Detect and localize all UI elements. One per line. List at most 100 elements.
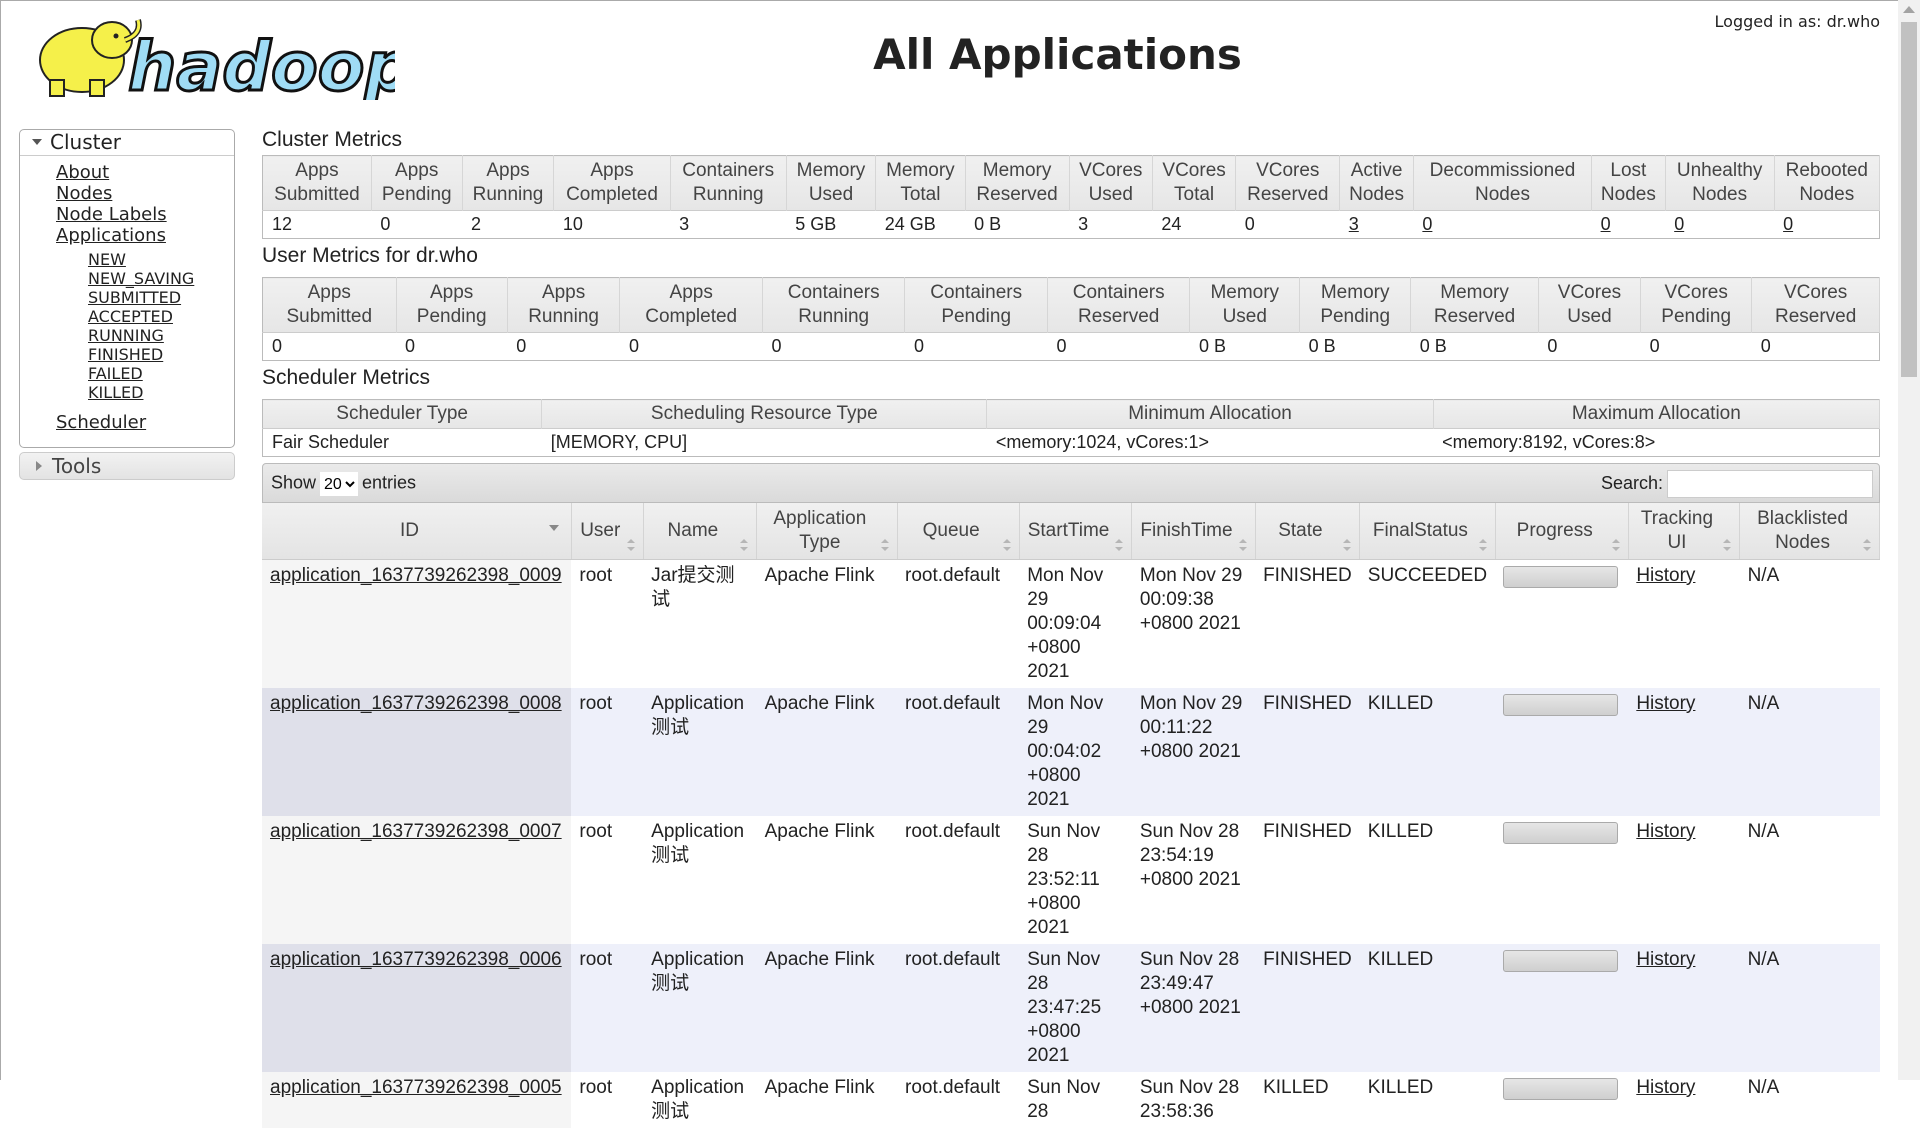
scroll-up-arrow-icon[interactable] [1903,6,1915,13]
history-link[interactable]: History [1636,693,1695,714]
user-metrics-value: 0 [619,332,763,361]
state-link-failed[interactable]: FAILED [88,364,234,383]
application-id-link[interactable]: application_1637739262398_0006 [270,949,562,970]
state-link-killed[interactable]: KILLED [88,383,234,402]
header-text: Memory [886,160,955,181]
cell-user: root [571,688,644,816]
application-id-link[interactable]: application_1637739262398_0007 [270,821,562,842]
cluster-toggle[interactable]: Cluster [20,130,234,156]
column-header-progress[interactable]: Progress [1495,503,1629,560]
cluster-metrics-value: 3 [1339,210,1414,239]
cluster-metrics-value: 10 [553,210,671,239]
sidebar-item-nodes[interactable]: Nodes [56,183,234,204]
tools-toggle[interactable]: Tools [19,452,235,480]
metric-link[interactable]: 3 [1349,214,1359,234]
cell-type: Apache Flink [756,688,898,816]
sort-both-icon [1115,539,1124,551]
scrollbar-thumb[interactable] [1901,22,1917,377]
column-header-user[interactable]: User [571,503,644,560]
user-metrics-value: 0 [1538,332,1641,361]
application-id-link[interactable]: application_1637739262398_0005 [270,1077,562,1098]
scheduler-metrics-table: Scheduler Type Scheduling Resource Type Mi… [262,399,1881,457]
header-text: Memory [1320,282,1390,303]
header-text: UI [1667,532,1687,553]
entries-per-page-select[interactable]: 20 [320,472,359,496]
cell-user: root [571,1072,644,1128]
header-text: Apps [669,282,713,303]
column-header-id[interactable]: ID [262,503,572,560]
metric-link[interactable]: 0 [1783,214,1793,234]
progress-bar [1503,694,1619,716]
column-header-finishtime[interactable]: FinishTime [1131,503,1256,560]
user-metrics-header: Memory Reserved [1410,277,1539,333]
sort-both-icon [1723,539,1732,551]
cell-finish: Sun Nov 28 23:49:47 +0800 2021 [1131,944,1256,1072]
search-label: Search: [1600,472,1663,493]
user-metrics-value: 0 B [1410,332,1539,361]
cluster-metrics-value: 5 GB [786,210,876,239]
cell-blacklisted: N/A [1739,816,1880,944]
cluster-metrics-header: Memory Reserved [965,155,1070,211]
header-text: Completed [645,306,738,327]
state-link-new-saving[interactable]: NEW_SAVING [88,269,234,288]
history-link[interactable]: History [1636,1077,1695,1098]
header-text: Name [667,520,719,541]
scheduler-metrics-value: <memory:1024, vCores:1> [986,428,1434,457]
sidebar-item-scheduler[interactable]: Scheduler [56,412,234,433]
metric-link[interactable]: 0 [1422,214,1432,234]
user-metrics-title: User Metrics for dr.who [262,244,478,267]
user-metrics-header: Containers Pending [904,277,1048,333]
scheduler-metrics-header: Scheduling Resource Type [541,399,988,429]
history-link[interactable]: History [1636,821,1695,842]
cell-state: FINISHED [1255,944,1360,1072]
column-header-blacklisted-nodes[interactable]: Blacklisted Nodes [1739,503,1880,560]
tools-label: Tools [52,454,102,478]
header-text: User [580,520,621,541]
column-header-queue[interactable]: Queue [897,503,1020,560]
state-link-new[interactable]: NEW [88,250,234,269]
sidebar-item-node-labels[interactable]: Node Labels [56,204,234,225]
entries-label: entries [362,472,417,493]
cluster-metrics-header: Containers Running [670,155,787,211]
metric-link[interactable]: 0 [1674,214,1684,234]
application-id-link[interactable]: application_1637739262398_0009 [270,565,562,586]
state-link-submitted[interactable]: SUBMITTED [88,288,234,307]
show-label: Show [271,472,317,493]
history-link[interactable]: History [1636,565,1695,586]
column-header-state[interactable]: State [1255,503,1361,560]
cluster-metrics-value: 0 [1235,210,1340,239]
user-metrics-header: Apps Pending [396,277,508,333]
sidebar-item-applications[interactable]: Applications [56,225,234,246]
state-link-accepted[interactable]: ACCEPTED [88,307,234,326]
header-text: Memory [982,160,1052,181]
column-header-application-type[interactable]: Application Type [756,503,898,560]
sidebar-item-about[interactable]: About [56,162,234,183]
vertical-scrollbar[interactable] [1898,0,1920,1080]
header-text: VCores [1664,282,1728,303]
column-header-starttime[interactable]: StartTime [1019,503,1133,560]
column-header-tracking-ui[interactable]: Tracking UI [1628,503,1741,560]
cell-state: FINISHED [1255,559,1360,688]
cell-final-status: KILLED [1359,1072,1496,1128]
scheduler-metrics-header: Maximum Allocation [1433,399,1881,429]
state-link-finished[interactable]: FINISHED [88,345,234,364]
header-text: Nodes [1475,184,1530,205]
progress-bar [1503,950,1619,972]
history-link[interactable]: History [1636,949,1695,970]
application-id-link[interactable]: application_1637739262398_0008 [270,693,562,714]
sort-both-icon [740,539,749,551]
header-text: VCores [1162,160,1226,181]
column-header-name[interactable]: Name [643,503,758,560]
main-content: Cluster Metrics Apps Submitted Apps Pending… [262,125,1881,1128]
state-link-running[interactable]: RUNNING [88,326,234,345]
header-text: Running [692,184,764,205]
search-input[interactable] [1667,470,1873,498]
cluster-metrics-value: 12 [262,210,372,239]
header-text: FinalStatus [1372,520,1468,541]
cell-user: root [571,559,644,688]
metric-link[interactable]: 0 [1601,214,1611,234]
cell-tracking: History [1628,944,1740,1072]
column-header-finalstatus[interactable]: FinalStatus [1359,503,1496,560]
cluster-metrics-header: Apps Submitted [262,155,372,211]
header-text: StartTime [1027,520,1110,541]
